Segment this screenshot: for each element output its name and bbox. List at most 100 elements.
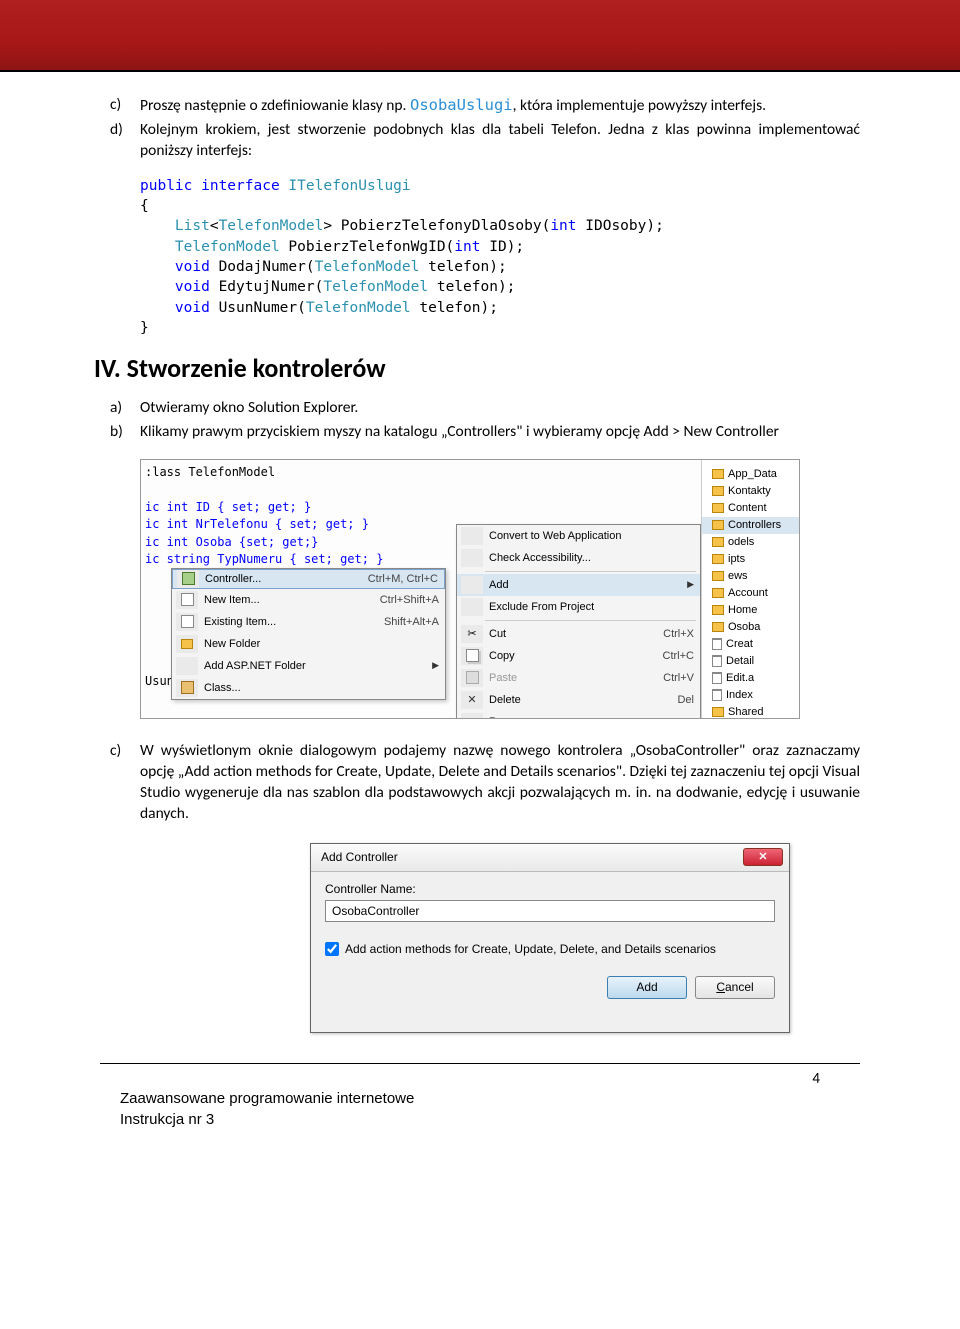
folder-icon bbox=[712, 707, 724, 717]
solution-item-label: Controllers bbox=[728, 519, 781, 531]
file-icon bbox=[712, 638, 722, 650]
close-button[interactable]: ✕ bbox=[743, 848, 783, 866]
submenu-class[interactable]: Class... bbox=[172, 677, 445, 699]
list-item-c2: c) W wyświetlonym oknie dialogowym podaj… bbox=[110, 741, 860, 825]
folder-icon bbox=[712, 605, 724, 615]
folder-icon bbox=[181, 639, 193, 649]
solution-item[interactable]: App_Data bbox=[702, 466, 799, 483]
solution-item[interactable]: Home bbox=[702, 602, 799, 619]
solution-item[interactable]: ews bbox=[702, 568, 799, 585]
folder-icon bbox=[712, 588, 724, 598]
solution-item[interactable]: Osoba bbox=[702, 619, 799, 636]
submenu-new-folder[interactable]: New Folder bbox=[172, 633, 445, 655]
page-content: c) Proszę następnie o zdefiniowanie klas… bbox=[0, 72, 960, 1033]
solution-item-label: Shared bbox=[728, 706, 763, 718]
add-submenu: Controller... Ctrl+M, Ctrl+C New Item...… bbox=[171, 568, 446, 700]
list-item-a: a) Otwieramy okno Solution Explorer. bbox=[110, 398, 860, 419]
dialog-titlebar: Add Controller ✕ bbox=[311, 844, 789, 872]
folder-icon bbox=[712, 537, 724, 547]
ctx-rename[interactable]: Rename bbox=[457, 711, 700, 719]
existing-item-icon bbox=[181, 615, 194, 628]
chevron-right-icon: ▶ bbox=[432, 660, 439, 671]
add-button[interactable]: Add bbox=[607, 976, 687, 999]
footer-text: Zaawansowane programowanie internetowe I… bbox=[0, 1088, 960, 1130]
cut-icon: ✂ bbox=[467, 627, 476, 640]
para-c-suffix: , która implementuje powyższy interfejs. bbox=[513, 96, 766, 115]
footer-line1: Zaawansowane programowanie internetowe bbox=[120, 1088, 960, 1109]
solution-item[interactable]: Edit.a bbox=[702, 670, 799, 687]
solution-item[interactable]: Kontakty bbox=[702, 483, 799, 500]
controller-name-input[interactable] bbox=[325, 900, 775, 922]
cancel-button[interactable]: Cancel bbox=[695, 976, 775, 999]
solution-item-label: Content bbox=[728, 502, 767, 514]
folder-icon bbox=[712, 469, 724, 479]
file-icon bbox=[712, 672, 722, 684]
separator-icon bbox=[485, 571, 696, 572]
footer-line2: Instrukcja nr 3 bbox=[120, 1109, 960, 1130]
ctx-copy[interactable]: CopyCtrl+C bbox=[457, 645, 700, 667]
ctx-add[interactable]: Add▶ bbox=[457, 574, 700, 596]
solution-item-label: Account bbox=[728, 587, 768, 599]
folder-icon bbox=[712, 571, 724, 581]
ctx-delete[interactable]: ✕DeleteDel bbox=[457, 689, 700, 711]
solution-item[interactable]: Shared bbox=[702, 704, 799, 719]
header-band bbox=[0, 0, 960, 72]
submenu-controller[interactable]: Controller... Ctrl+M, Ctrl+C bbox=[172, 569, 445, 589]
solution-item[interactable]: ipts bbox=[702, 551, 799, 568]
para-d: Kolejnym krokiem, jest stworzenie podobn… bbox=[140, 120, 860, 162]
folder-icon bbox=[712, 520, 724, 530]
add-actions-checkbox[interactable] bbox=[325, 942, 339, 956]
dialog-title: Add Controller bbox=[321, 850, 398, 864]
context-menu: Convert to Web Application Check Accessi… bbox=[456, 524, 701, 719]
page-number: 4 bbox=[0, 1064, 960, 1088]
delete-icon: ✕ bbox=[467, 693, 476, 706]
ctx-paste: PasteCtrl+V bbox=[457, 667, 700, 689]
paste-icon bbox=[466, 671, 479, 684]
ctx-convert-webapp[interactable]: Convert to Web Application bbox=[457, 525, 700, 547]
solution-item-label: Creat bbox=[726, 638, 753, 650]
solution-item[interactable]: Creat bbox=[702, 636, 799, 653]
solution-explorer-panel: App_DataKontakty Content Controllers odels i… bbox=[701, 460, 799, 718]
marker-d: d) bbox=[110, 120, 140, 162]
file-icon bbox=[712, 689, 722, 701]
section-heading-iv: IV. Stworzenie kontrolerów bbox=[94, 352, 860, 384]
para-a: Otwieramy okno Solution Explorer. bbox=[140, 398, 860, 419]
solution-item-label: ipts bbox=[728, 553, 745, 565]
solution-item[interactable]: Index bbox=[702, 687, 799, 704]
marker-c: c) bbox=[110, 95, 140, 117]
solution-item-label: Osoba bbox=[728, 621, 760, 633]
class-icon bbox=[181, 681, 194, 694]
submenu-new-item[interactable]: New Item... Ctrl+Shift+A bbox=[172, 589, 445, 611]
para-b: Klikamy prawym przyciskiem myszy na kata… bbox=[140, 422, 860, 443]
add-actions-label: Add action methods for Create, Update, D… bbox=[345, 942, 716, 956]
solution-item[interactable]: Account bbox=[702, 585, 799, 602]
marker-c2: c) bbox=[110, 741, 140, 825]
solution-item-label: Detail bbox=[726, 655, 754, 667]
solution-item-label: Index bbox=[726, 689, 753, 701]
solution-item[interactable]: Detail bbox=[702, 653, 799, 670]
submenu-aspnet-folder[interactable]: Add ASP.NET Folder ▶ bbox=[172, 655, 445, 677]
ctx-cut[interactable]: ✂CutCtrl+X bbox=[457, 623, 700, 645]
solution-item-label: odels bbox=[728, 536, 754, 548]
solution-item-label: Home bbox=[728, 604, 757, 616]
para-c-prefix: Proszę następnie o zdefiniowanie klasy n… bbox=[140, 96, 410, 115]
ctx-exclude[interactable]: Exclude From Project bbox=[457, 596, 700, 618]
folder-icon bbox=[712, 554, 724, 564]
marker-a: a) bbox=[110, 398, 140, 419]
chevron-right-icon: ▶ bbox=[687, 579, 694, 590]
solution-item-label: ews bbox=[728, 570, 748, 582]
add-controller-dialog: Add Controller ✕ Controller Name: Add ac… bbox=[310, 843, 790, 1033]
list-item-b: b) Klikamy prawym przyciskiem myszy na k… bbox=[110, 422, 860, 443]
folder-icon bbox=[712, 622, 724, 632]
solution-item-label: Edit.a bbox=[726, 672, 754, 684]
submenu-existing-item[interactable]: Existing Item... Shift+Alt+A bbox=[172, 611, 445, 633]
ctx-check-accessibility[interactable]: Check Accessibility... bbox=[457, 547, 700, 569]
marker-b: b) bbox=[110, 422, 140, 443]
file-icon bbox=[712, 655, 722, 667]
solution-item[interactable]: Controllers bbox=[702, 517, 799, 534]
controller-icon bbox=[182, 572, 195, 585]
solution-item[interactable]: odels bbox=[702, 534, 799, 551]
copy-icon bbox=[466, 649, 479, 662]
code-block-interface: public interface ITelefonUslugi { List<T… bbox=[140, 176, 860, 338]
solution-item[interactable]: Content bbox=[702, 500, 799, 517]
